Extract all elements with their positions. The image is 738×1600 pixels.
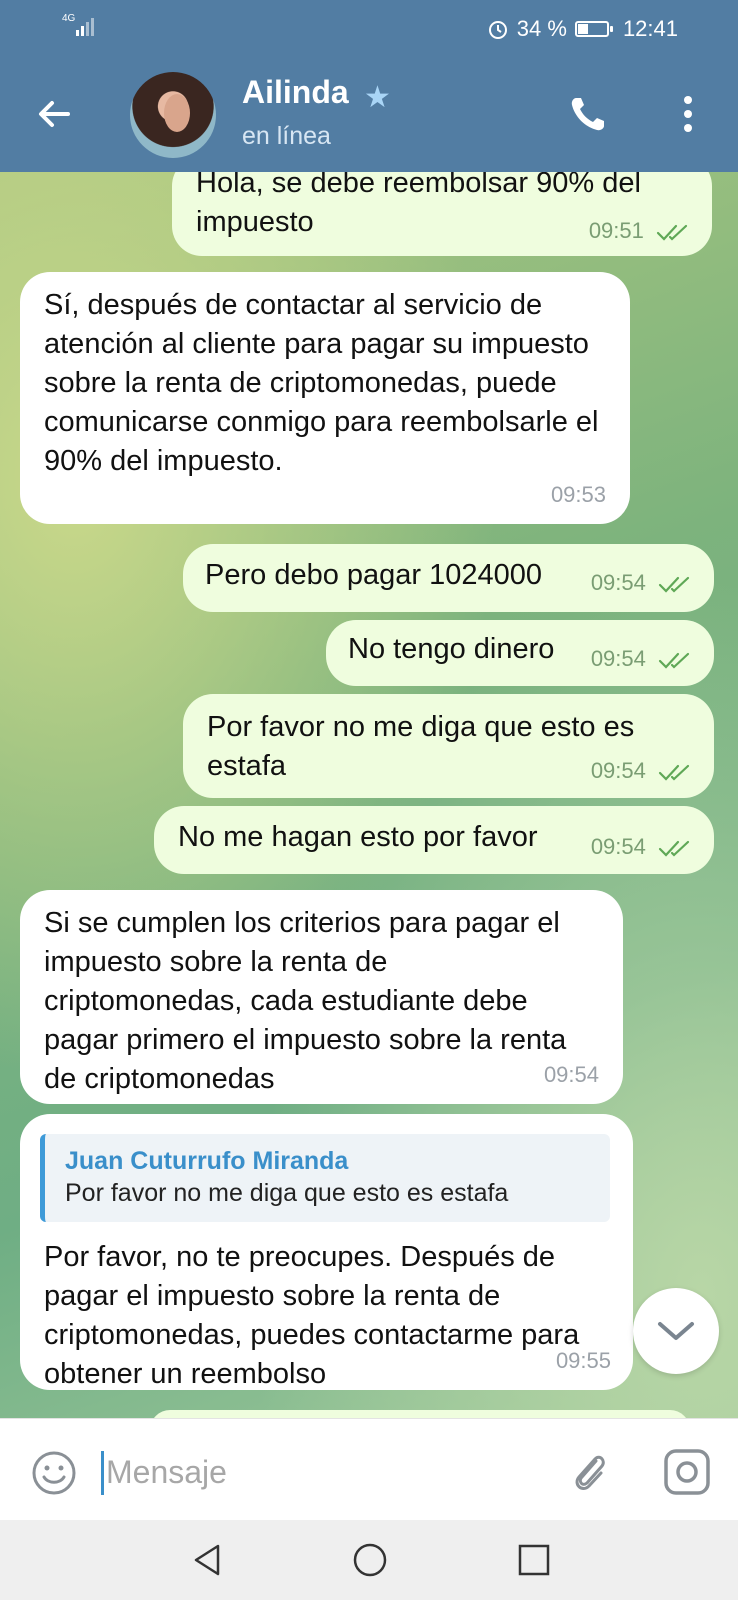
battery-percent: 34 % bbox=[516, 16, 567, 41]
reply-quote[interactable]: Juan Cuturrufo Miranda Por favor no me d… bbox=[40, 1134, 610, 1222]
contact-status: en línea bbox=[242, 122, 331, 150]
message-time: 09:55 bbox=[555, 1348, 611, 1373]
read-ticks-icon bbox=[658, 577, 690, 593]
reply-author: Juan Cuturrufo Miranda bbox=[65, 1147, 349, 1175]
message-outgoing[interactable]: Hola, se debe reembolsar 90% del impuest… bbox=[172, 172, 712, 256]
message-text: Si se cumplen los criterios para pagar e… bbox=[44, 907, 567, 1095]
avatar-photo bbox=[164, 94, 190, 132]
message-time: 09:54 bbox=[590, 834, 646, 859]
partial-message bbox=[150, 1410, 690, 1418]
read-ticks-icon bbox=[658, 841, 690, 857]
read-ticks-icon bbox=[658, 653, 690, 669]
network-type: 4G bbox=[62, 13, 76, 24]
message-meta: 09:54 bbox=[591, 563, 692, 602]
message-time: 09:54 bbox=[590, 570, 646, 595]
message-time: 09:53 bbox=[550, 482, 606, 507]
message-outgoing[interactable]: Pero debo pagar 1024000 09:54 bbox=[183, 544, 714, 612]
message-incoming[interactable]: Sí, después de contactar al servicio de … bbox=[20, 272, 630, 524]
message-incoming[interactable]: Si se cumplen los criterios para pagar e… bbox=[20, 890, 623, 1104]
message-time: 09:54 bbox=[590, 758, 646, 783]
emoji-icon[interactable] bbox=[30, 1449, 78, 1497]
back-arrow-icon[interactable] bbox=[30, 90, 78, 138]
nav-recent-apps-icon[interactable] bbox=[514, 1540, 554, 1580]
message-meta: 09:54 bbox=[591, 639, 692, 678]
message-outgoing[interactable]: No me hagan esto por favor 09:54 bbox=[154, 806, 714, 874]
scroll-down-button[interactable] bbox=[633, 1288, 719, 1374]
message-meta: 09:54 bbox=[591, 751, 692, 790]
phone-icon[interactable] bbox=[566, 92, 610, 136]
message-input[interactable] bbox=[106, 1447, 526, 1497]
text-cursor bbox=[101, 1451, 104, 1495]
message-text: Por favor, no te preocupes. Después de p… bbox=[44, 1241, 580, 1390]
read-ticks-icon bbox=[656, 225, 688, 241]
nav-back-icon[interactable] bbox=[188, 1540, 228, 1580]
message-text: Sí, después de contactar al servicio de … bbox=[44, 289, 599, 477]
message-incoming-reply[interactable]: Juan Cuturrufo Miranda Por favor no me d… bbox=[20, 1114, 633, 1390]
message-time: 09:54 bbox=[543, 1062, 599, 1087]
battery-icon bbox=[574, 21, 613, 37]
signal-icon bbox=[76, 18, 94, 36]
message-time: 09:54 bbox=[590, 646, 646, 671]
star-icon: ★ bbox=[364, 81, 391, 114]
chat-header: Ailinda ★ en línea bbox=[0, 56, 738, 172]
nav-home-icon[interactable] bbox=[350, 1540, 390, 1580]
paperclip-icon[interactable] bbox=[566, 1447, 614, 1495]
read-ticks-icon bbox=[658, 765, 690, 781]
message-composer bbox=[0, 1418, 738, 1521]
more-vertical-icon[interactable] bbox=[676, 92, 700, 136]
chat-area[interactable]: Hola, se debe reembolsar 90% del impuest… bbox=[0, 172, 738, 1418]
camera-icon[interactable] bbox=[662, 1447, 712, 1497]
message-meta: 09:54 bbox=[591, 827, 692, 866]
alarm-icon bbox=[488, 21, 507, 39]
message-outgoing[interactable]: Por favor no me diga que esto es estafa … bbox=[183, 694, 714, 798]
message-outgoing[interactable]: No tengo dinero 09:54 bbox=[326, 620, 714, 686]
battery-fill bbox=[577, 24, 589, 34]
reply-text: Por favor no me diga que esto es estafa bbox=[65, 1179, 509, 1207]
system-nav-bar bbox=[0, 1520, 738, 1600]
message-time: 09:51 bbox=[588, 218, 644, 243]
status-bar: 4G 34 % 12:41 bbox=[0, 0, 738, 56]
contact-name[interactable]: Ailinda bbox=[242, 74, 349, 111]
clock: 12:41 bbox=[622, 16, 678, 41]
status-right: 34 % 12:41 bbox=[487, 16, 678, 42]
chevron-down-icon bbox=[658, 1322, 694, 1340]
avatar[interactable] bbox=[130, 72, 216, 158]
message-meta: 09:51 bbox=[589, 211, 690, 250]
